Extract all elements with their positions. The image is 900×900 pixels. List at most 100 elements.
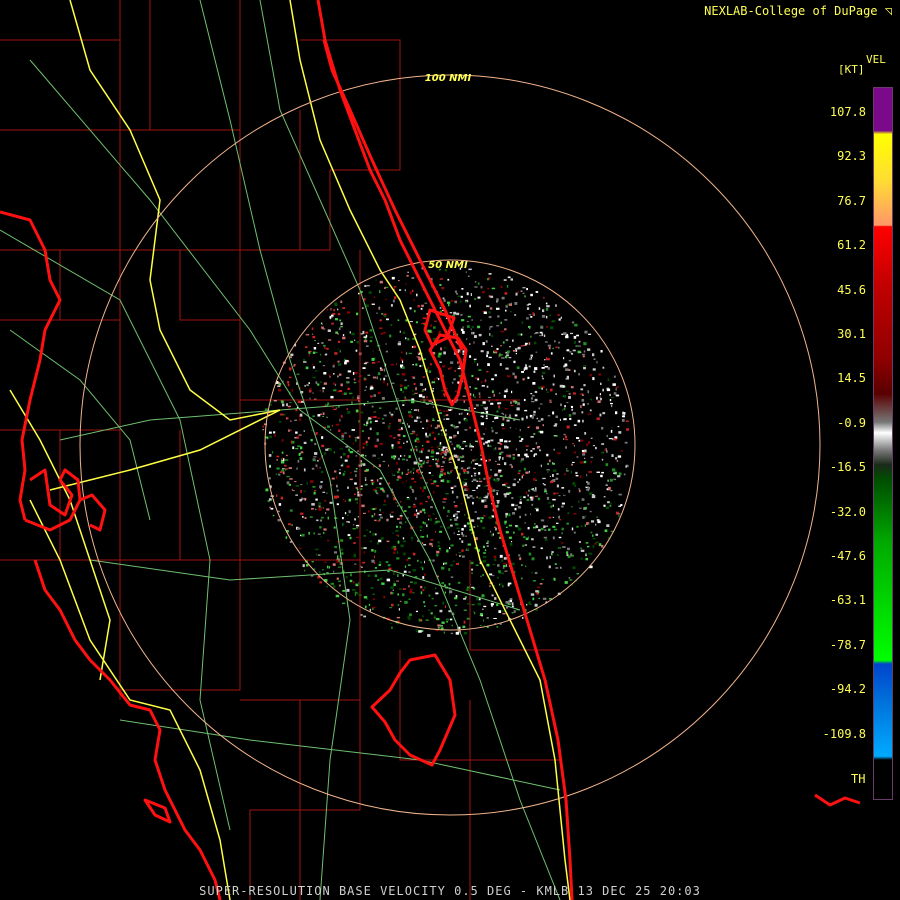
radar-echo (325, 448, 329, 451)
radar-echo (419, 502, 423, 505)
radar-echo (566, 375, 569, 379)
radar-echo (469, 443, 471, 446)
radar-echo (555, 304, 557, 307)
radar-echo (556, 522, 559, 524)
radar-echo (470, 461, 472, 464)
radar-echo (491, 345, 493, 347)
radar-echo (523, 467, 526, 471)
radar-echo (553, 528, 558, 531)
radar-echo (502, 427, 505, 430)
radar-echo (379, 290, 381, 293)
radar-echo (374, 567, 377, 569)
radar-echo (347, 486, 349, 489)
radar-echo (315, 370, 318, 372)
radar-echo (299, 547, 302, 550)
radar-echo (397, 604, 400, 606)
radar-echo (466, 338, 468, 341)
radar-echo (504, 328, 507, 331)
radar-echo (280, 461, 285, 464)
radar-echo (443, 415, 445, 417)
radar-echo (485, 411, 489, 414)
radar-echo (335, 423, 339, 426)
radar-echo (547, 367, 550, 370)
radar-echo (530, 293, 533, 297)
radar-echo (456, 445, 459, 448)
radar-echo (449, 547, 451, 550)
radar-echo (454, 505, 458, 508)
radar-echo (444, 584, 446, 587)
radar-echo (582, 516, 585, 519)
radar-echo (327, 539, 330, 542)
radar-echo (615, 387, 617, 391)
radar-echo (486, 371, 489, 373)
radar-echo (550, 352, 553, 355)
radar-echo (391, 276, 395, 280)
radar-echo (429, 518, 432, 521)
radar-echo (381, 397, 385, 400)
radar-echo (521, 438, 524, 441)
radar-echo (286, 481, 290, 485)
radar-echo (320, 322, 323, 325)
radar-echo (462, 555, 465, 558)
radar-echo (543, 296, 545, 299)
radar-echo (395, 407, 398, 410)
radar-echo (495, 527, 497, 531)
radar-echo (397, 517, 400, 520)
radar-echo (462, 395, 466, 397)
radar-echo (430, 483, 435, 485)
radar-echo (490, 307, 493, 310)
radar-echo (400, 455, 402, 457)
radar-echo (443, 631, 446, 634)
radar-echo (273, 431, 276, 434)
radar-echo (471, 568, 474, 571)
radar-echo (599, 396, 601, 398)
radar-echo (349, 392, 353, 395)
radar-echo (397, 441, 400, 444)
radar-echo (560, 403, 562, 407)
radar-echo (456, 312, 460, 316)
radar-echo (429, 479, 433, 481)
radar-echo (489, 333, 491, 336)
radar-echo (452, 425, 455, 428)
radar-echo (446, 619, 449, 622)
radar-echo (553, 469, 557, 472)
radar-echo (570, 352, 574, 355)
radar-echo (504, 445, 507, 449)
radar-echo (437, 378, 440, 381)
radar-echo (317, 554, 321, 556)
radar-echo (513, 531, 515, 534)
radar-echo (553, 424, 557, 427)
radar-echo (503, 562, 507, 565)
radar-echo (284, 468, 287, 471)
radar-echo (553, 374, 555, 378)
radar-echo (564, 405, 566, 408)
radar-echo (313, 532, 315, 535)
radar-echo (321, 326, 324, 329)
radar-echo (321, 436, 324, 439)
radar-echo (367, 374, 371, 376)
radar-echo (526, 415, 528, 419)
radar-echo (535, 442, 538, 445)
radar-echo (504, 520, 507, 523)
radar-echo (518, 554, 521, 557)
radar-echo (462, 481, 465, 485)
radar-echo (399, 600, 402, 602)
radar-echo (559, 519, 561, 521)
radar-echo (498, 405, 501, 408)
radar-echo (512, 512, 515, 515)
radar-echo (595, 541, 599, 544)
radar-echo (364, 477, 367, 480)
radar-echo (477, 602, 481, 606)
radar-echo (525, 491, 528, 495)
radar-echo (309, 389, 312, 393)
radar-echo (534, 367, 538, 371)
radar-echo (514, 314, 517, 316)
radar-echo (430, 539, 434, 541)
radar-echo (456, 527, 460, 529)
radar-echo (522, 536, 526, 538)
radar-echo (546, 357, 548, 360)
radar-echo (483, 442, 485, 445)
radar-echo (531, 538, 534, 541)
radar-echo (418, 416, 421, 419)
radar-echo (618, 472, 622, 476)
